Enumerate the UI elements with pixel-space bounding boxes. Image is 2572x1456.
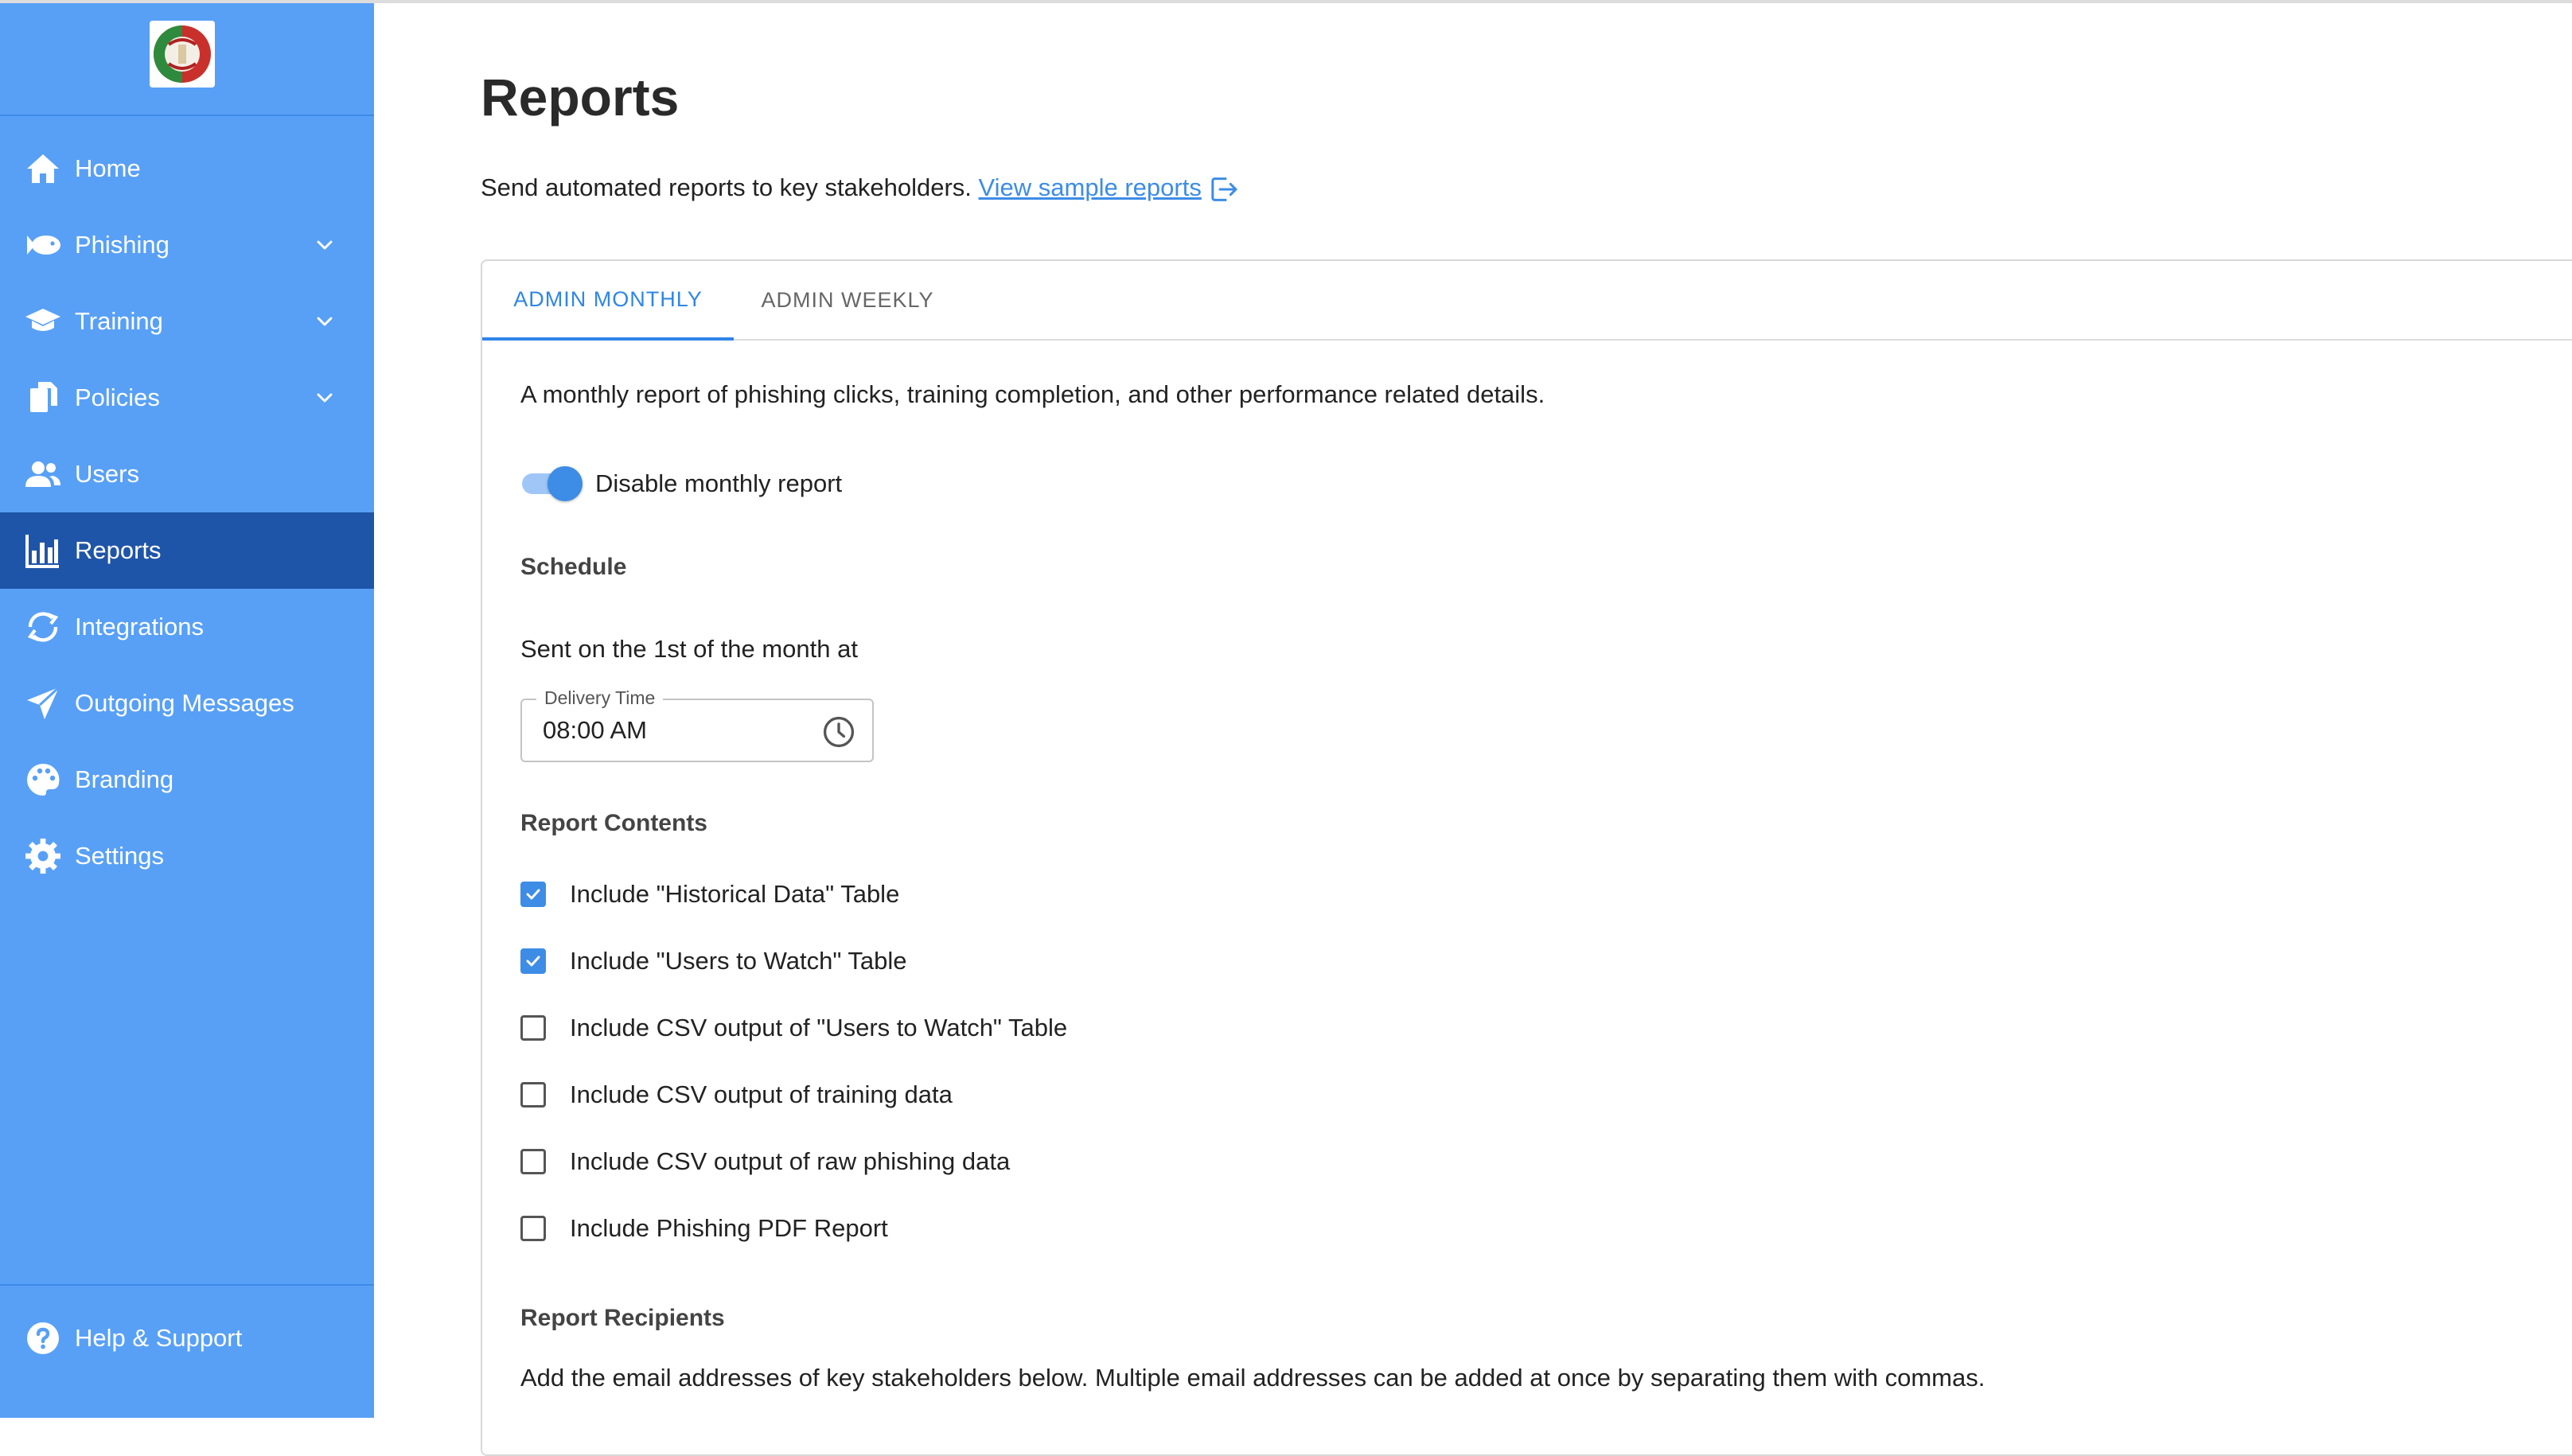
sidebar-item-policies[interactable]: Policies xyxy=(0,360,374,436)
gear-icon xyxy=(24,837,62,875)
delivery-time-field[interactable]: Delivery Time 08:00 AM xyxy=(520,687,874,762)
checkbox-unchecked[interactable] xyxy=(520,1082,546,1108)
report-card: ADMIN MONTHLY ADMIN WEEKLY A monthly rep… xyxy=(481,259,2572,1456)
option-csv-training[interactable]: Include CSV output of training data xyxy=(520,1077,1475,1115)
home-icon xyxy=(24,150,62,188)
help-support-link[interactable]: Help & Support xyxy=(0,1300,374,1376)
checkbox-checked[interactable] xyxy=(520,882,546,907)
company-logo[interactable] xyxy=(150,21,215,88)
toggle-label: Disable monthly report xyxy=(595,469,843,497)
option-phishing-pdf[interactable]: Include Phishing PDF Report xyxy=(520,1211,1475,1249)
option-label: Include CSV output of raw phishing data xyxy=(570,1147,1011,1175)
sidebar-item-phishing[interactable]: Phishing xyxy=(0,207,374,283)
sidebar-item-outgoing-messages[interactable]: Outgoing Messages xyxy=(0,665,374,742)
paper-plane-icon xyxy=(24,684,62,722)
checkbox-unchecked[interactable] xyxy=(520,1149,546,1174)
fish-icon xyxy=(24,226,62,264)
sidebar-item-integrations[interactable]: Integrations xyxy=(0,589,374,665)
external-link-icon[interactable] xyxy=(1208,173,1240,205)
report-contents-heading: Report Contents xyxy=(520,810,707,836)
clock-icon[interactable] xyxy=(821,714,856,749)
option-label: Include Phishing PDF Report xyxy=(570,1214,888,1242)
sidebar-item-label: Phishing xyxy=(75,231,170,259)
graduation-cap-icon xyxy=(24,302,62,341)
schedule-text: Sent on the 1st of the month at xyxy=(520,635,858,663)
tab-admin-monthly[interactable]: ADMIN MONTHLY xyxy=(482,261,734,341)
option-label: Include "Historical Data" Table xyxy=(570,880,900,908)
option-label: Include "Users to Watch" Table xyxy=(570,947,907,975)
tab-admin-weekly[interactable]: ADMIN WEEKLY xyxy=(734,261,961,339)
users-icon xyxy=(24,455,62,493)
subtitle-text: Send automated reports to key stakeholde… xyxy=(481,173,972,201)
sidebar-item-reports[interactable]: Reports xyxy=(0,512,374,589)
main-content: Reports Send automated reports to key st… xyxy=(374,3,2572,1456)
sidebar-item-label: Policies xyxy=(75,383,160,411)
page-subtitle: Send automated reports to key stakeholde… xyxy=(481,172,1240,205)
sidebar-item-label: Settings xyxy=(75,842,165,870)
sidebar: Home Phishing Training Policies Users Re… xyxy=(0,3,374,1418)
sidebar-item-branding[interactable]: Branding xyxy=(0,742,374,818)
disable-monthly-toggle[interactable] xyxy=(520,466,583,501)
report-recipients-heading: Report Recipients xyxy=(520,1305,725,1331)
option-users-to-watch[interactable]: Include "Users to Watch" Table xyxy=(520,944,1475,982)
sidebar-item-label: Reports xyxy=(75,536,162,564)
recipients-description: Add the email addresses of key stakehold… xyxy=(520,1364,1986,1392)
help-icon xyxy=(24,1319,62,1357)
documents-icon xyxy=(24,379,62,417)
option-csv-users-to-watch[interactable]: Include CSV output of "Users to Watch" T… xyxy=(520,1010,1475,1049)
help-support-label: Help & Support xyxy=(75,1324,243,1352)
report-description: A monthly report of phishing clicks, tra… xyxy=(520,380,1545,408)
sidebar-item-home[interactable]: Home xyxy=(0,130,374,207)
sidebar-footer: Help & Support xyxy=(0,1284,374,1354)
sidebar-item-label: Branding xyxy=(75,765,174,793)
report-tabs: ADMIN MONTHLY ADMIN WEEKLY xyxy=(482,261,2572,341)
delivery-time-label: Delivery Time xyxy=(536,687,664,709)
bar-chart-icon xyxy=(24,531,62,570)
sidebar-item-users[interactable]: Users xyxy=(0,436,374,512)
option-csv-raw-phishing[interactable]: Include CSV output of raw phishing data xyxy=(520,1144,1475,1182)
view-sample-reports-link[interactable]: View sample reports xyxy=(979,173,1202,201)
option-label: Include CSV output of training data xyxy=(570,1080,953,1108)
sidebar-item-label: Training xyxy=(75,307,163,335)
sidebar-item-label: Integrations xyxy=(75,613,204,640)
toggle-knob xyxy=(548,466,583,501)
chevron-down-icon xyxy=(312,232,337,258)
sidebar-item-settings[interactable]: Settings xyxy=(0,818,374,894)
sidebar-item-label: Outgoing Messages xyxy=(75,689,294,717)
checkbox-unchecked[interactable] xyxy=(520,1015,546,1041)
sidebar-nav: Home Phishing Training Policies Users Re… xyxy=(0,130,374,894)
page-title: Reports xyxy=(481,68,680,127)
sidebar-item-training[interactable]: Training xyxy=(0,283,374,360)
sidebar-item-label: Users xyxy=(75,460,139,488)
sidebar-item-label: Home xyxy=(75,154,141,182)
logo-area xyxy=(0,3,374,116)
checkbox-unchecked[interactable] xyxy=(520,1216,546,1241)
palette-icon xyxy=(24,761,62,799)
delivery-time-value: 08:00 AM xyxy=(543,716,647,744)
schedule-heading: Schedule xyxy=(520,554,627,580)
sync-icon xyxy=(24,608,62,646)
chevron-down-icon xyxy=(312,309,337,334)
option-label: Include CSV output of "Users to Watch" T… xyxy=(570,1014,1068,1041)
checkbox-checked[interactable] xyxy=(520,948,546,974)
chevron-down-icon xyxy=(312,385,337,411)
option-historical-data[interactable]: Include "Historical Data" Table xyxy=(520,877,1475,915)
